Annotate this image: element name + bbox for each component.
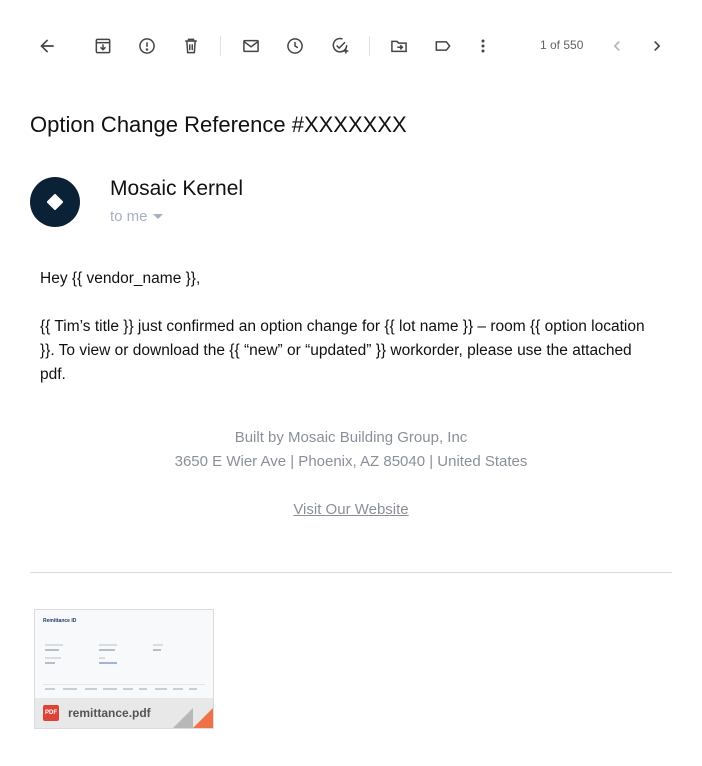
add-task-icon[interactable] <box>328 34 352 58</box>
preview-cell <box>85 688 97 690</box>
footer-address: 3650 E Wier Ave | Phoenix, AZ 85040 | Un… <box>174 453 528 470</box>
delete-icon[interactable] <box>179 34 203 58</box>
preview-line <box>45 649 59 651</box>
attachment-filename: remittance.pdf <box>68 706 151 720</box>
sender-avatar <box>30 177 80 227</box>
footer-company: Built by Mosaic Building Group, Inc <box>234 429 468 446</box>
preview-line <box>99 644 117 646</box>
pager-count: 1 of 550 <box>540 38 584 52</box>
preview-line <box>153 649 161 651</box>
preview-cell <box>103 688 117 690</box>
preview-cell <box>173 688 183 690</box>
page-fold-corner <box>193 708 213 728</box>
attachment-card[interactable]: Remittance ID PDF remittance.pdf <box>34 609 214 729</box>
archive-icon[interactable] <box>91 34 115 58</box>
preview-title: Remittance ID <box>43 618 77 624</box>
newer-chevron-left-icon[interactable] <box>605 34 629 58</box>
preview-line <box>45 662 55 664</box>
preview-table <box>43 684 205 698</box>
older-chevron-right-icon[interactable] <box>645 34 669 58</box>
sender-name: Mosaic Kernel <box>110 177 244 200</box>
preview-cell <box>189 688 197 690</box>
toolbar-divider <box>369 36 370 56</box>
preview-cell <box>45 688 55 690</box>
recipient-details-toggle[interactable]: to me <box>110 208 163 225</box>
email-toolbar: 1 of 550 <box>0 0 702 92</box>
label-icon[interactable] <box>431 34 455 58</box>
page-fold-shadow <box>173 708 193 728</box>
back-arrow-icon[interactable] <box>35 34 59 58</box>
preview-line <box>153 644 163 646</box>
preview-cell <box>155 688 167 690</box>
preview-line <box>99 657 105 659</box>
mark-unread-icon[interactable] <box>239 34 263 58</box>
visit-website-link[interactable]: Visit Our Website <box>0 501 702 518</box>
email-subject: Option Change Reference #XXXXXXX <box>30 112 407 137</box>
move-to-icon[interactable] <box>387 34 411 58</box>
toolbar-divider <box>220 36 221 56</box>
preview-cell <box>139 688 147 690</box>
attachment-preview: Remittance ID <box>35 610 213 700</box>
attachment-divider <box>30 572 672 573</box>
preview-line <box>99 662 117 664</box>
email-body-paragraph: {{ Tim’s title }} just confirmed an opti… <box>40 318 645 383</box>
preview-line <box>99 649 115 651</box>
preview-cell <box>123 688 133 690</box>
snooze-clock-icon[interactable] <box>283 34 307 58</box>
diamond-logo-icon <box>46 193 64 211</box>
preview-cell <box>63 688 77 690</box>
report-spam-icon[interactable] <box>135 34 159 58</box>
preview-line <box>45 657 61 659</box>
more-options-icon[interactable] <box>471 34 495 58</box>
preview-line <box>45 644 63 646</box>
pdf-file-icon: PDF <box>43 705 59 721</box>
recipient-label: to me <box>110 208 148 225</box>
caret-down-icon <box>152 214 163 219</box>
email-greeting: Hey {{ vendor_name }}, <box>40 270 201 287</box>
